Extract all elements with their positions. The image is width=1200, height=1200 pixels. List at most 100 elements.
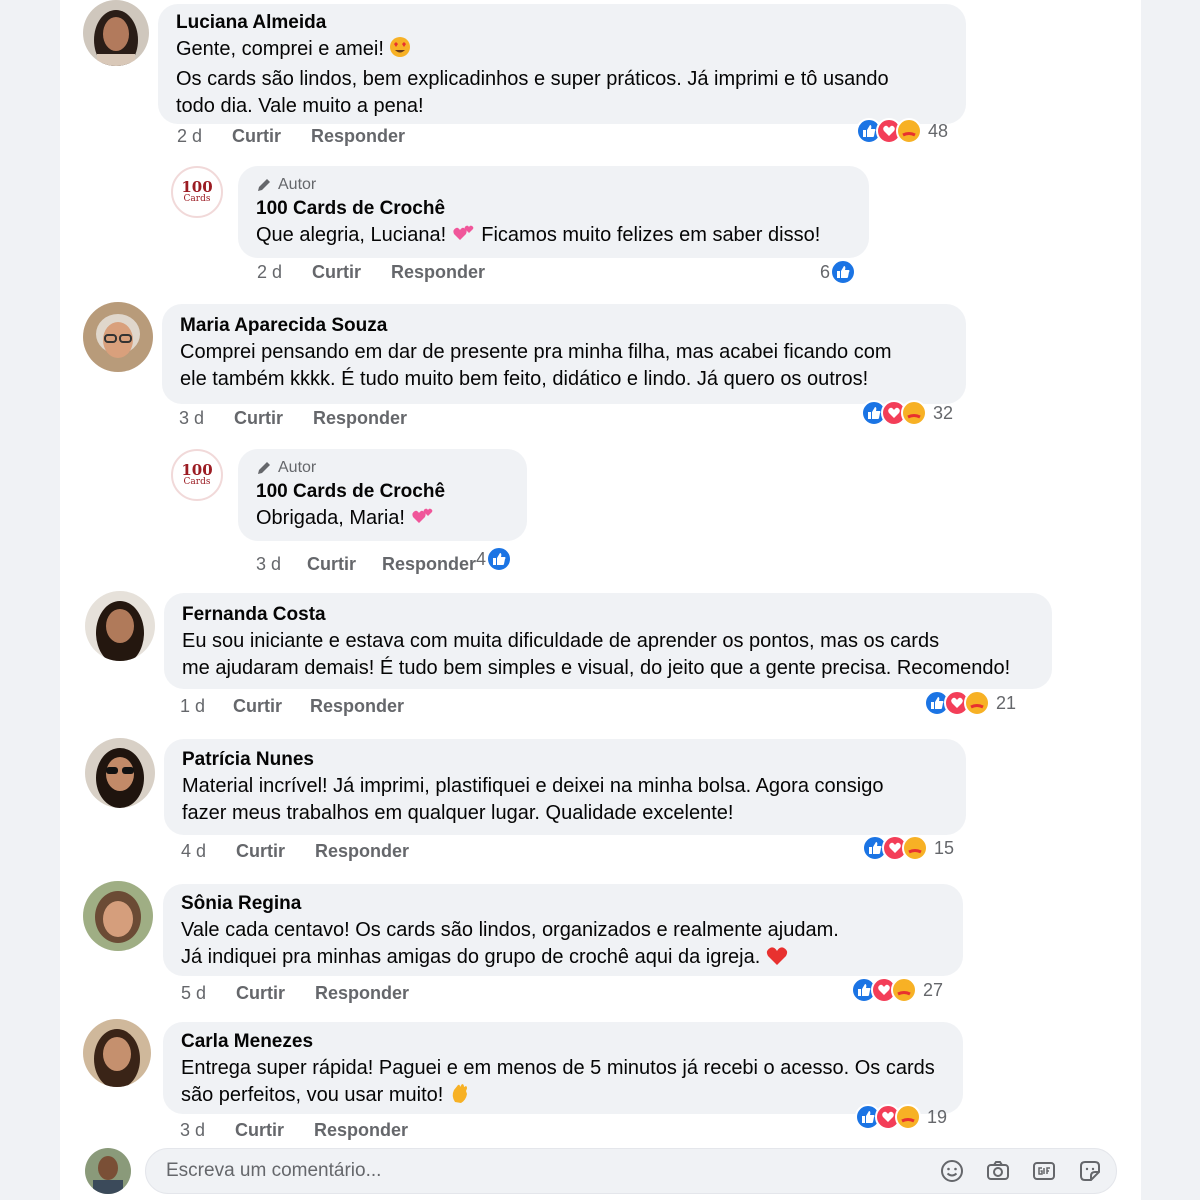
comment-time[interactable]: 1 d	[180, 696, 205, 717]
comment-actions: 2 d Curtir Responder	[177, 126, 405, 147]
care-icon	[896, 118, 922, 144]
pencil-icon	[258, 462, 270, 474]
emoji-icon[interactable]	[939, 1158, 965, 1184]
comment-text-line: Os cards são lindos, bem explicadinhos e…	[176, 68, 889, 90]
commenter-name[interactable]: Luciana Almeida	[176, 10, 948, 36]
reaction-summary[interactable]: 4	[476, 546, 513, 572]
like-button[interactable]: Curtir	[307, 554, 356, 575]
reply-time[interactable]: 2 d	[257, 262, 282, 283]
care-icon	[901, 400, 927, 426]
reply-button[interactable]: Responder	[391, 262, 485, 283]
like-icon	[486, 546, 513, 572]
red-heart-emoji-icon	[766, 946, 788, 974]
reaction-count: 21	[996, 692, 1017, 713]
reaction-count: 15	[934, 837, 955, 858]
two-hearts-emoji-icon	[452, 222, 476, 252]
like-button[interactable]: Curtir	[233, 696, 282, 717]
commenter-name[interactable]: Maria Aparecida Souza	[180, 313, 948, 339]
page-name[interactable]: 100 Cards de Crochê	[256, 479, 509, 505]
avatar[interactable]	[85, 738, 155, 808]
comment-actions: 4 d Curtir Responder	[181, 841, 409, 862]
comment-time[interactable]: 2 d	[177, 126, 202, 147]
reply-actions: 3 d Curtir Responder	[256, 554, 476, 575]
like-button[interactable]: Curtir	[236, 841, 285, 862]
avatar[interactable]	[83, 302, 153, 372]
page-avatar[interactable]: 100 Cards	[171, 166, 223, 218]
care-icon	[891, 977, 917, 1003]
reaction-summary[interactable]: 6	[820, 259, 857, 285]
reply-text: Que alegria, Luciana! Ficamos muito feli…	[256, 222, 851, 252]
commenter-name[interactable]: Sônia Regina	[181, 891, 945, 917]
reply-button[interactable]: Responder	[315, 983, 409, 1004]
reaction-count: 19	[927, 1106, 948, 1127]
commenter-name[interactable]: Patrícia Nunes	[182, 747, 948, 773]
avatar[interactable]	[83, 0, 149, 66]
comment-time[interactable]: 3 d	[179, 408, 204, 429]
reaction-count: 27	[923, 979, 944, 1000]
author-reply-bubble: Autor 100 Cards de Crochê Obrigada, Mari…	[238, 449, 527, 541]
like-button[interactable]: Curtir	[312, 262, 361, 283]
comment-text-line: ele também kkkk. É tudo muito bem feito,…	[180, 368, 869, 390]
comment-bubble: Patrícia Nunes Material incrível! Já imp…	[164, 739, 966, 835]
comment-text: Já indiquei pra minhas amigas do grupo d…	[181, 944, 945, 974]
like-icon	[830, 259, 857, 285]
reply-actions: 2 d Curtir Responder	[257, 262, 485, 283]
like-button[interactable]: Curtir	[232, 126, 281, 147]
reaction-summary[interactable]: 19	[855, 1104, 947, 1130]
comment-actions: 1 d Curtir Responder	[180, 696, 404, 717]
author-reply-bubble: Autor 100 Cards de Crochê Que alegria, L…	[238, 166, 869, 258]
reaction-summary[interactable]: 32	[861, 400, 953, 426]
current-user-avatar[interactable]	[85, 1148, 131, 1194]
comment-text-line: Vale cada centavo! Os cards são lindos, …	[181, 919, 839, 941]
reaction-summary[interactable]: 27	[851, 977, 943, 1003]
comment-actions: 3 d Curtir Responder	[179, 408, 407, 429]
comment-time[interactable]: 5 d	[181, 983, 206, 1004]
comment-actions: 3 d Curtir Responder	[180, 1120, 408, 1141]
reply-time[interactable]: 3 d	[256, 554, 281, 575]
reaction-summary[interactable]: 15	[862, 835, 954, 861]
care-icon	[964, 690, 990, 716]
commenter-name[interactable]: Carla Menezes	[181, 1029, 945, 1055]
reply-button[interactable]: Responder	[315, 841, 409, 862]
comment-text-line: Eu sou iniciante e estava com muita difi…	[182, 630, 940, 652]
composer-icons	[939, 1158, 1103, 1184]
like-button[interactable]: Curtir	[235, 1120, 284, 1141]
author-badge: Autor	[256, 174, 851, 196]
care-icon	[895, 1104, 921, 1130]
commenter-name[interactable]: Fernanda Costa	[182, 602, 1034, 628]
reply-button[interactable]: Responder	[310, 696, 404, 717]
avatar[interactable]	[83, 881, 153, 951]
comment-bubble: Carla Menezes Entrega super rápida! Pagu…	[163, 1022, 963, 1114]
comment-text-line: todo dia. Vale muito a pena!	[176, 95, 424, 117]
like-button[interactable]: Curtir	[236, 983, 285, 1004]
sticker-icon[interactable]	[1077, 1158, 1103, 1184]
avatar[interactable]	[83, 1019, 151, 1087]
pencil-icon	[258, 179, 270, 191]
comment-text-line: Entrega super rápida! Paguei e em menos …	[181, 1057, 935, 1079]
like-button[interactable]: Curtir	[234, 408, 283, 429]
reaction-count: 32	[933, 402, 954, 423]
comment-composer: Escreva um comentário...	[85, 1148, 1125, 1196]
reply-button[interactable]: Responder	[382, 554, 476, 575]
comment-text: são perfeitos, vou usar muito!	[181, 1082, 945, 1112]
comment-bubble: Fernanda Costa Eu sou iniciante e estava…	[164, 593, 1052, 689]
page-avatar[interactable]: 100 Cards	[171, 449, 223, 501]
reaction-count: 48	[928, 120, 949, 141]
comment-text-line: Material incrível! Já imprimi, plastifiq…	[182, 775, 884, 797]
reply-button[interactable]: Responder	[314, 1120, 408, 1141]
heart-eyes-emoji-icon	[389, 36, 411, 66]
page-name[interactable]: 100 Cards de Crochê	[256, 196, 851, 222]
reply-button[interactable]: Responder	[311, 126, 405, 147]
reaction-summary[interactable]: 21	[924, 690, 1016, 716]
two-hearts-emoji-icon	[411, 505, 435, 535]
comment-input-placeholder: Escreva um comentário...	[166, 1160, 382, 1181]
reply-button[interactable]: Responder	[313, 408, 407, 429]
care-icon	[902, 835, 928, 861]
comment-time[interactable]: 3 d	[180, 1120, 205, 1141]
reaction-summary[interactable]: 48	[856, 118, 948, 144]
comment-time[interactable]: 4 d	[181, 841, 206, 862]
reaction-count: 4	[476, 548, 487, 569]
gif-icon[interactable]	[1031, 1158, 1057, 1184]
camera-icon[interactable]	[985, 1158, 1011, 1184]
avatar[interactable]	[85, 591, 155, 661]
